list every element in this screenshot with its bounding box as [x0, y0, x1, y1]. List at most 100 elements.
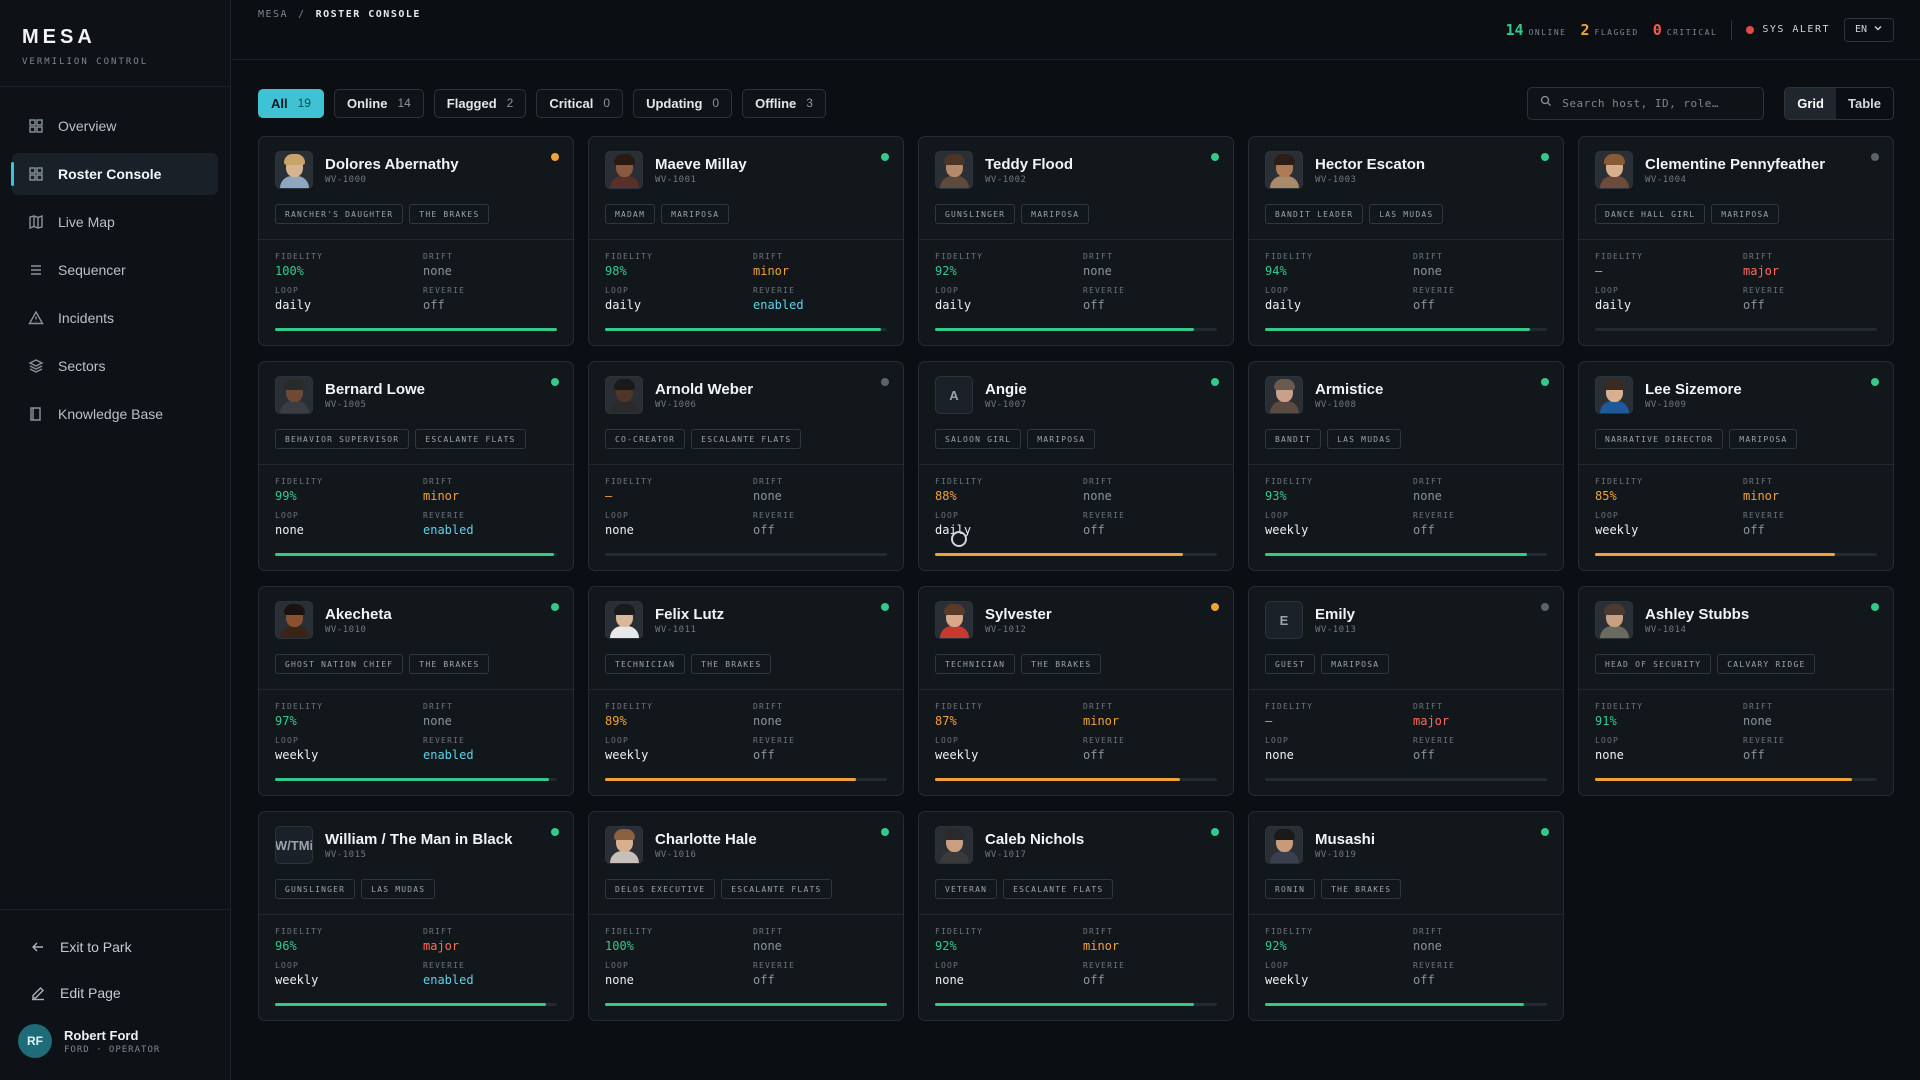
host-id: WV-1019	[1315, 849, 1357, 860]
view-grid-button[interactable]: Grid	[1785, 87, 1836, 119]
sidebar-item-sequencer[interactable]: Sequencer	[12, 249, 218, 291]
fidelity-bar	[1265, 778, 1547, 781]
search-input[interactable]	[1562, 96, 1752, 110]
sidebar-item-knowledge-base[interactable]: Knowledge Base	[12, 393, 218, 435]
host-id: WV-1004	[1645, 174, 1687, 185]
filter-online[interactable]: Online 14	[333, 88, 424, 118]
loop-value: daily	[605, 298, 642, 312]
host-tags: TECHNICIAN THE BRAKES	[935, 654, 1217, 674]
host-card[interactable]: Dolores Abernathy WV-1000 RANCHER'S DAUG…	[258, 136, 574, 346]
host-card[interactable]: Musashi WV-1019 RONIN THE BRAKES FIDELITY…	[1248, 811, 1564, 1021]
sidebar-item-label: Roster Console	[58, 166, 162, 182]
search-box[interactable]	[1527, 86, 1765, 120]
loop-value: none	[1595, 748, 1624, 762]
stat-value: 0	[1652, 20, 1662, 39]
sidebar-item-incidents[interactable]: Incidents	[12, 297, 218, 339]
host-metrics: FIDELITY 85% DRIFT minor LOOP weekly REVERI…	[1579, 465, 1893, 537]
host-card[interactable]: Clementine Pennyfeather WV-1004 DANCE HA…	[1578, 136, 1894, 346]
host-id: WV-1017	[985, 849, 1027, 860]
avatar-initial: W/TMi	[275, 837, 313, 853]
status-dot-icon	[1871, 153, 1879, 161]
exit-to-park-link[interactable]: Exit to Park	[12, 928, 218, 966]
stat-flagged: 2 FLAGGED	[1581, 21, 1639, 39]
host-card[interactable]: Lee Sizemore WV-1009 NARRATIVE DIRECTOR M…	[1578, 361, 1894, 571]
host-portrait	[935, 151, 973, 189]
drift-label: DRIFT	[1083, 252, 1114, 261]
host-name: Maeve Millay	[655, 155, 747, 173]
alert-dot-icon	[1746, 25, 1755, 34]
host-card-header: Charlotte Hale WV-1016 DELOS EXECUTIVE ES…	[589, 812, 903, 915]
host-tag: HEAD OF SECURITY	[1595, 654, 1712, 674]
host-name: Musashi	[1315, 830, 1376, 848]
loop-value: none	[275, 523, 304, 537]
divider	[1731, 19, 1733, 40]
host-card-header: Sylvester WV-1012 TECHNICIAN THE BRAKES	[919, 587, 1233, 690]
host-card[interactable]: Ashley Stubbs WV-1014 HEAD OF SECURITY CA…	[1578, 586, 1894, 796]
filter-offline[interactable]: Offline 3	[742, 88, 826, 118]
stat-online: 14 ONLINE	[1506, 21, 1567, 39]
sidebar-item-sectors[interactable]: Sectors	[12, 345, 218, 387]
host-card[interactable]: Hector Escaton WV-1003 BANDIT LEADER LAS …	[1248, 136, 1564, 346]
fidelity-bar-fill	[605, 778, 856, 781]
fidelity-value: 100%	[605, 939, 634, 953]
breadcrumb-root[interactable]: MESA	[258, 9, 288, 20]
host-card[interactable]: Armistice WV-1008 BANDIT LAS MUDAS FIDELI…	[1248, 361, 1564, 571]
reverie-label: REVERIE	[423, 286, 466, 295]
sys-alert[interactable]: SYS ALERT	[1746, 24, 1830, 35]
fidelity-label: FIDELITY	[1595, 702, 1644, 711]
host-card[interactable]: Sylvester WV-1012 TECHNICIAN THE BRAKES F…	[918, 586, 1234, 796]
status-dot-icon	[1541, 603, 1549, 611]
drift-value: none	[753, 489, 782, 503]
sidebar-item-live-map[interactable]: Live Map	[12, 201, 218, 243]
host-id: WV-1006	[655, 399, 697, 410]
filter-count: 2	[506, 96, 514, 110]
status-dot-icon	[1541, 828, 1549, 836]
host-card[interactable]: Caleb Nichols WV-1017 VETERAN ESCALANTE F…	[918, 811, 1234, 1021]
host-card-header: W/TMi William / The Man in Black WV-1015…	[259, 812, 573, 915]
loop-value: weekly	[1265, 973, 1309, 987]
host-card[interactable]: Akecheta WV-1010 GHOST NATION CHIEF THE B…	[258, 586, 574, 796]
host-tags: SALOON GIRL MARIPOSA	[935, 429, 1217, 449]
host-card[interactable]: Teddy Flood WV-1002 GUNSLINGER MARIPOSA F…	[918, 136, 1234, 346]
host-card[interactable]: E Emily WV-1013 GUEST MARIPOSA FIDELITY — …	[1248, 586, 1564, 796]
sys-alert-label: SYS ALERT	[1762, 24, 1830, 35]
host-card[interactable]: Maeve Millay WV-1001 MADAM MARIPOSA FIDEL…	[588, 136, 904, 346]
host-tag: BEHAVIOR SUPERVISOR	[275, 429, 410, 449]
host-card-header: Armistice WV-1008 BANDIT LAS MUDAS	[1249, 362, 1563, 465]
language-select[interactable]: EN	[1844, 17, 1894, 42]
host-card[interactable]: Charlotte Hale WV-1016 DELOS EXECUTIVE ES…	[588, 811, 904, 1021]
fidelity-bar	[275, 1003, 557, 1006]
reverie-value: off	[753, 523, 775, 537]
list-icon	[28, 262, 44, 278]
status-dot-icon	[551, 828, 559, 836]
sidebar-item-overview[interactable]: Overview	[12, 105, 218, 147]
edit-page-link[interactable]: Edit Page	[12, 974, 218, 1012]
host-id: WV-1003	[1315, 174, 1357, 185]
host-id: WV-1016	[655, 849, 697, 860]
host-card[interactable]: Arnold Weber WV-1006 CO-CREATOR ESCALANTE…	[588, 361, 904, 571]
filter-all[interactable]: All 19	[258, 88, 324, 118]
host-metrics: FIDELITY 87% DRIFT minor LOOP weekly REVERI…	[919, 690, 1233, 762]
drift-label: DRIFT	[1743, 702, 1774, 711]
loop-value: weekly	[605, 748, 649, 762]
host-id: WV-1012	[985, 624, 1027, 635]
sidebar-item-roster-console[interactable]: Roster Console	[11, 153, 218, 195]
reverie-value: off	[753, 973, 775, 987]
filter-flagged[interactable]: Flagged 2	[433, 88, 527, 118]
host-card[interactable]: Bernard Lowe WV-1005 BEHAVIOR SUPERVISOR…	[258, 361, 574, 571]
loop-value: none	[1265, 748, 1294, 762]
fidelity-bar	[275, 778, 557, 781]
sidebar-item-label: Incidents	[58, 310, 115, 326]
user-profile[interactable]: RF Robert Ford FORD · OPERATOR	[0, 1020, 230, 1062]
filter-updating[interactable]: Updating 0	[633, 88, 733, 118]
host-card[interactable]: W/TMi William / The Man in Black WV-1015…	[258, 811, 574, 1021]
host-name: Angie	[985, 380, 1027, 398]
host-tags: BANDIT LEADER LAS MUDAS	[1265, 204, 1547, 224]
reverie-label: REVERIE	[1413, 511, 1456, 520]
view-table-button[interactable]: Table	[1836, 88, 1893, 119]
filter-critical[interactable]: Critical 0	[536, 88, 624, 118]
host-card[interactable]: Felix Lutz WV-1011 TECHNICIAN THE BRAKES …	[588, 586, 904, 796]
drift-label: DRIFT	[753, 702, 784, 711]
book-icon	[28, 406, 44, 422]
loop-label: LOOP	[1265, 511, 1290, 520]
